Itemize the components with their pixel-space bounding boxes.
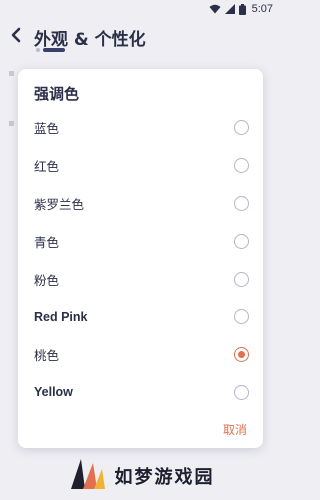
page-indicator: [36, 48, 65, 52]
option-red[interactable]: 红色: [18, 147, 263, 185]
radio-button-selected[interactable]: [234, 347, 249, 363]
brand-name: 如梦游戏园: [114, 467, 215, 488]
option-label: 蓝色: [34, 121, 60, 137]
option-red-pink[interactable]: Red Pink: [18, 298, 263, 336]
back-button[interactable]: [0, 18, 32, 56]
color-option-list: 蓝色 红色 紫罗兰色 青色 粉色 Red Pink 桃色 Yellow: [18, 109, 263, 411]
option-blue[interactable]: 蓝色: [18, 109, 263, 147]
option-label: Red Pink: [34, 309, 88, 324]
brand-logo-icon: [67, 455, 107, 497]
radio-button[interactable]: [234, 384, 249, 400]
radio-button[interactable]: [234, 309, 249, 325]
option-peach[interactable]: 桃色: [18, 336, 263, 374]
status-time: 5:07: [251, 3, 273, 15]
signal-icon: [224, 4, 235, 14]
indicator-dot: [36, 48, 40, 52]
option-cyan[interactable]: 青色: [18, 222, 263, 260]
option-label: 红色: [34, 159, 60, 175]
option-label: 紫罗兰色: [34, 196, 85, 212]
accent-color-dialog: 强调色 蓝色 红色 紫罗兰色 青色 粉色 Red Pink 桃色 Yellow …: [18, 69, 263, 448]
page-title: 外观 & 个性化: [34, 29, 146, 50]
radio-button[interactable]: [234, 158, 249, 174]
brand-watermark: 如梦游戏园: [0, 452, 281, 500]
option-yellow[interactable]: Yellow: [18, 374, 263, 412]
radio-button[interactable]: [234, 233, 249, 249]
chevron-left-icon: [10, 27, 22, 47]
dialog-title: 强调色: [34, 85, 80, 103]
wifi-icon: [209, 4, 221, 14]
status-bar: 5:07: [0, 0, 281, 18]
option-label: 粉色: [34, 272, 60, 288]
battery-icon: [238, 3, 246, 15]
cancel-button[interactable]: 取消: [223, 421, 247, 438]
background-content: ▪: [8, 118, 15, 129]
background-content: ▪: [8, 68, 15, 79]
radio-button[interactable]: [234, 195, 249, 211]
option-violet[interactable]: 紫罗兰色: [18, 185, 263, 223]
radio-button[interactable]: [234, 120, 249, 136]
option-pink[interactable]: 粉色: [18, 260, 263, 298]
option-label: 青色: [34, 234, 60, 250]
indicator-active: [43, 48, 65, 52]
option-label: Yellow: [34, 385, 73, 400]
option-label: 桃色: [34, 348, 60, 364]
radio-button[interactable]: [234, 271, 249, 287]
